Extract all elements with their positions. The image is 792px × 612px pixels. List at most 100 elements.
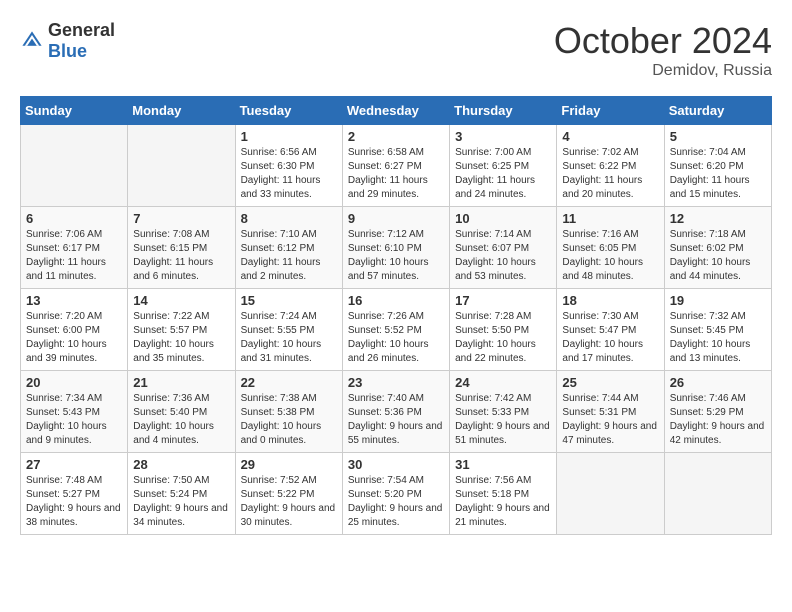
day-number: 24 xyxy=(455,375,551,390)
day-number: 11 xyxy=(562,211,658,226)
day-info: Sunrise: 7:48 AMSunset: 5:27 PMDaylight:… xyxy=(26,475,121,528)
calendar-cell: 4 Sunrise: 7:02 AMSunset: 6:22 PMDayligh… xyxy=(557,125,664,207)
calendar-cell: 16 Sunrise: 7:26 AMSunset: 5:52 PMDaylig… xyxy=(342,289,449,371)
day-info: Sunrise: 7:36 AMSunset: 5:40 PMDaylight:… xyxy=(133,393,214,446)
weekday-header-wednesday: Wednesday xyxy=(342,97,449,125)
calendar-cell: 21 Sunrise: 7:36 AMSunset: 5:40 PMDaylig… xyxy=(128,371,235,453)
weekday-header-monday: Monday xyxy=(128,97,235,125)
day-info: Sunrise: 7:22 AMSunset: 5:57 PMDaylight:… xyxy=(133,311,214,364)
calendar-cell: 23 Sunrise: 7:40 AMSunset: 5:36 PMDaylig… xyxy=(342,371,449,453)
calendar-cell: 8 Sunrise: 7:10 AMSunset: 6:12 PMDayligh… xyxy=(235,207,342,289)
calendar-cell: 20 Sunrise: 7:34 AMSunset: 5:43 PMDaylig… xyxy=(21,371,128,453)
calendar-cell xyxy=(21,125,128,207)
weekday-header-friday: Friday xyxy=(557,97,664,125)
calendar-cell xyxy=(557,453,664,535)
day-number: 25 xyxy=(562,375,658,390)
calendar-cell: 1 Sunrise: 6:56 AMSunset: 6:30 PMDayligh… xyxy=(235,125,342,207)
calendar-cell: 9 Sunrise: 7:12 AMSunset: 6:10 PMDayligh… xyxy=(342,207,449,289)
calendar-cell: 11 Sunrise: 7:16 AMSunset: 6:05 PMDaylig… xyxy=(557,207,664,289)
day-number: 28 xyxy=(133,457,229,472)
day-info: Sunrise: 7:08 AMSunset: 6:15 PMDaylight:… xyxy=(133,229,213,282)
day-info: Sunrise: 7:44 AMSunset: 5:31 PMDaylight:… xyxy=(562,393,657,446)
day-info: Sunrise: 6:58 AMSunset: 6:27 PMDaylight:… xyxy=(348,147,428,200)
day-number: 27 xyxy=(26,457,122,472)
calendar-cell xyxy=(664,453,771,535)
location-title: Demidov, Russia xyxy=(554,62,772,80)
calendar-cell: 26 Sunrise: 7:46 AMSunset: 5:29 PMDaylig… xyxy=(664,371,771,453)
day-number: 3 xyxy=(455,129,551,144)
calendar-week-row: 20 Sunrise: 7:34 AMSunset: 5:43 PMDaylig… xyxy=(21,371,772,453)
calendar-cell: 18 Sunrise: 7:30 AMSunset: 5:47 PMDaylig… xyxy=(557,289,664,371)
calendar-table: SundayMondayTuesdayWednesdayThursdayFrid… xyxy=(20,96,772,535)
day-number: 6 xyxy=(26,211,122,226)
calendar-cell: 14 Sunrise: 7:22 AMSunset: 5:57 PMDaylig… xyxy=(128,289,235,371)
calendar-cell: 12 Sunrise: 7:18 AMSunset: 6:02 PMDaylig… xyxy=(664,207,771,289)
day-number: 12 xyxy=(670,211,766,226)
day-info: Sunrise: 7:26 AMSunset: 5:52 PMDaylight:… xyxy=(348,311,429,364)
logo: General Blue xyxy=(20,20,115,62)
day-number: 15 xyxy=(241,293,337,308)
day-info: Sunrise: 7:18 AMSunset: 6:02 PMDaylight:… xyxy=(670,229,751,282)
calendar-cell: 5 Sunrise: 7:04 AMSunset: 6:20 PMDayligh… xyxy=(664,125,771,207)
calendar-cell: 22 Sunrise: 7:38 AMSunset: 5:38 PMDaylig… xyxy=(235,371,342,453)
day-number: 29 xyxy=(241,457,337,472)
day-number: 20 xyxy=(26,375,122,390)
weekday-header-saturday: Saturday xyxy=(664,97,771,125)
calendar-cell: 17 Sunrise: 7:28 AMSunset: 5:50 PMDaylig… xyxy=(450,289,557,371)
day-number: 7 xyxy=(133,211,229,226)
title-block: October 2024 Demidov, Russia xyxy=(554,20,772,80)
day-info: Sunrise: 7:20 AMSunset: 6:00 PMDaylight:… xyxy=(26,311,107,364)
logo-blue: Blue xyxy=(48,41,87,61)
calendar-cell: 30 Sunrise: 7:54 AMSunset: 5:20 PMDaylig… xyxy=(342,453,449,535)
calendar-week-row: 6 Sunrise: 7:06 AMSunset: 6:17 PMDayligh… xyxy=(21,207,772,289)
calendar-cell: 2 Sunrise: 6:58 AMSunset: 6:27 PMDayligh… xyxy=(342,125,449,207)
calendar-cell: 29 Sunrise: 7:52 AMSunset: 5:22 PMDaylig… xyxy=(235,453,342,535)
logo-icon xyxy=(20,29,44,53)
day-info: Sunrise: 7:00 AMSunset: 6:25 PMDaylight:… xyxy=(455,147,535,200)
calendar-cell: 19 Sunrise: 7:32 AMSunset: 5:45 PMDaylig… xyxy=(664,289,771,371)
day-number: 17 xyxy=(455,293,551,308)
day-number: 13 xyxy=(26,293,122,308)
calendar-cell: 25 Sunrise: 7:44 AMSunset: 5:31 PMDaylig… xyxy=(557,371,664,453)
day-info: Sunrise: 7:28 AMSunset: 5:50 PMDaylight:… xyxy=(455,311,536,364)
day-info: Sunrise: 7:34 AMSunset: 5:43 PMDaylight:… xyxy=(26,393,107,446)
day-number: 5 xyxy=(670,129,766,144)
day-info: Sunrise: 7:02 AMSunset: 6:22 PMDaylight:… xyxy=(562,147,642,200)
day-info: Sunrise: 7:12 AMSunset: 6:10 PMDaylight:… xyxy=(348,229,429,282)
day-info: Sunrise: 7:38 AMSunset: 5:38 PMDaylight:… xyxy=(241,393,322,446)
calendar-cell xyxy=(128,125,235,207)
day-number: 23 xyxy=(348,375,444,390)
weekday-header-tuesday: Tuesday xyxy=(235,97,342,125)
day-info: Sunrise: 7:16 AMSunset: 6:05 PMDaylight:… xyxy=(562,229,643,282)
calendar-week-row: 1 Sunrise: 6:56 AMSunset: 6:30 PMDayligh… xyxy=(21,125,772,207)
day-number: 8 xyxy=(241,211,337,226)
weekday-header-row: SundayMondayTuesdayWednesdayThursdayFrid… xyxy=(21,97,772,125)
weekday-header-sunday: Sunday xyxy=(21,97,128,125)
day-number: 26 xyxy=(670,375,766,390)
calendar-cell: 27 Sunrise: 7:48 AMSunset: 5:27 PMDaylig… xyxy=(21,453,128,535)
calendar-cell: 7 Sunrise: 7:08 AMSunset: 6:15 PMDayligh… xyxy=(128,207,235,289)
day-number: 16 xyxy=(348,293,444,308)
day-number: 14 xyxy=(133,293,229,308)
day-number: 10 xyxy=(455,211,551,226)
logo-general: General xyxy=(48,20,115,40)
day-number: 2 xyxy=(348,129,444,144)
day-info: Sunrise: 7:30 AMSunset: 5:47 PMDaylight:… xyxy=(562,311,643,364)
day-number: 22 xyxy=(241,375,337,390)
day-number: 19 xyxy=(670,293,766,308)
day-number: 4 xyxy=(562,129,658,144)
day-info: Sunrise: 7:24 AMSunset: 5:55 PMDaylight:… xyxy=(241,311,322,364)
day-info: Sunrise: 7:32 AMSunset: 5:45 PMDaylight:… xyxy=(670,311,751,364)
day-info: Sunrise: 7:14 AMSunset: 6:07 PMDaylight:… xyxy=(455,229,536,282)
day-info: Sunrise: 7:52 AMSunset: 5:22 PMDaylight:… xyxy=(241,475,336,528)
day-info: Sunrise: 7:50 AMSunset: 5:24 PMDaylight:… xyxy=(133,475,228,528)
day-info: Sunrise: 7:10 AMSunset: 6:12 PMDaylight:… xyxy=(241,229,321,282)
day-number: 21 xyxy=(133,375,229,390)
day-info: Sunrise: 7:46 AMSunset: 5:29 PMDaylight:… xyxy=(670,393,765,446)
day-info: Sunrise: 7:54 AMSunset: 5:20 PMDaylight:… xyxy=(348,475,443,528)
calendar-cell: 31 Sunrise: 7:56 AMSunset: 5:18 PMDaylig… xyxy=(450,453,557,535)
calendar-week-row: 27 Sunrise: 7:48 AMSunset: 5:27 PMDaylig… xyxy=(21,453,772,535)
calendar-cell: 24 Sunrise: 7:42 AMSunset: 5:33 PMDaylig… xyxy=(450,371,557,453)
day-info: Sunrise: 7:56 AMSunset: 5:18 PMDaylight:… xyxy=(455,475,550,528)
calendar-cell: 10 Sunrise: 7:14 AMSunset: 6:07 PMDaylig… xyxy=(450,207,557,289)
